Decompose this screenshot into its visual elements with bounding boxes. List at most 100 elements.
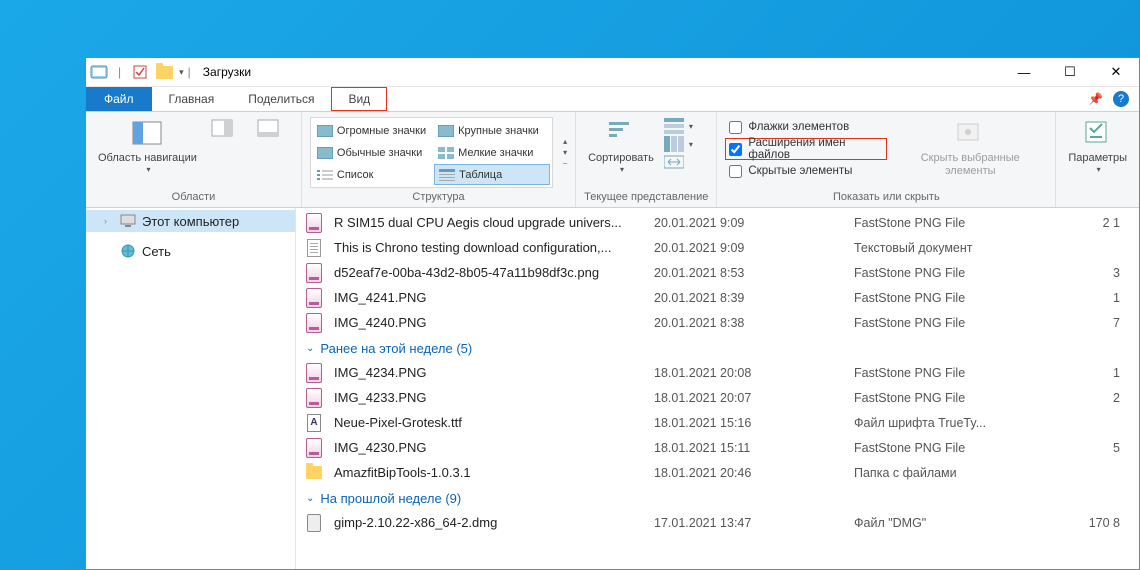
file-row[interactable]: IMG_4230.PNG18.01.2021 15:11FastStone PN… xyxy=(296,435,1139,460)
layout-extra-large[interactable]: Огромные значки xyxy=(313,120,430,141)
checkbox-item-checkboxes[interactable]: Флажки элементов xyxy=(725,116,887,138)
file-type: FastStone PNG File xyxy=(854,441,1064,455)
file-row[interactable]: IMG_4233.PNG18.01.2021 20:07FastStone PN… xyxy=(296,385,1139,410)
file-icon xyxy=(306,290,322,306)
gallery-more[interactable]: ⎯ xyxy=(563,159,567,169)
file-size: 1 xyxy=(1064,366,1124,380)
file-icon xyxy=(306,215,322,231)
file-size: 3 xyxy=(1064,266,1124,280)
tab-share[interactable]: Поделиться xyxy=(231,87,331,111)
layout-medium[interactable]: Обычные значки xyxy=(313,142,430,163)
group-by-button[interactable]: ▾ xyxy=(664,118,693,134)
file-date: 18.01.2021 15:16 xyxy=(654,416,854,430)
ribbon-tabs: Файл Главная Поделиться Вид 📌 ? xyxy=(86,87,1139,112)
file-name: IMG_4233.PNG xyxy=(334,390,654,405)
preview-pane-button[interactable] xyxy=(207,116,247,189)
file-row[interactable]: d52eaf7e-00ba-43d2-8b05-47a11b98df3c.png… xyxy=(296,260,1139,285)
file-row[interactable]: AmazfitBipTools-1.0.3.118.01.2021 20:46П… xyxy=(296,460,1139,485)
file-row[interactable]: ANeue-Pixel-Grotesk.ttf18.01.2021 15:16Ф… xyxy=(296,410,1139,435)
tab-view[interactable]: Вид xyxy=(331,87,387,111)
window-controls: — ☐ ✕ xyxy=(1001,58,1139,86)
file-size: 7 xyxy=(1064,316,1124,330)
file-type: Файл "DMG" xyxy=(854,516,1064,530)
file-date: 17.01.2021 13:47 xyxy=(654,516,854,530)
details-pane-button[interactable] xyxy=(253,116,293,189)
folder-icon[interactable] xyxy=(155,63,173,81)
file-date: 20.01.2021 8:53 xyxy=(654,266,854,280)
help-icon[interactable]: ? xyxy=(1113,91,1129,107)
ribbon: Область навигации ▾ Области Огромные зна… xyxy=(86,112,1139,208)
navigation-pane-button[interactable]: Область навигации ▾ xyxy=(94,116,201,189)
chevron-down-icon[interactable]: ⌄ xyxy=(306,493,314,504)
layout-gallery[interactable]: Огромные значки Крупные значки Обычные з… xyxy=(310,117,553,188)
tab-file[interactable]: Файл xyxy=(86,87,152,111)
file-row[interactable]: This is Chrono testing download configur… xyxy=(296,235,1139,260)
file-date: 18.01.2021 20:07 xyxy=(654,391,854,405)
file-type: FastStone PNG File xyxy=(854,266,1064,280)
file-name: Neue-Pixel-Grotesk.ttf xyxy=(334,415,654,430)
file-size: 5 xyxy=(1064,441,1124,455)
layout-small[interactable]: Мелкие значки xyxy=(434,142,550,163)
sort-button[interactable]: Сортировать ▾ xyxy=(584,116,658,189)
group-header-last-week[interactable]: ⌄ На прошлой неделе (9) xyxy=(296,485,1139,510)
checkbox-file-extensions[interactable]: Расширения имен файлов xyxy=(725,138,887,160)
file-name: IMG_4240.PNG xyxy=(334,315,654,330)
layout-large[interactable]: Крупные значки xyxy=(434,120,550,141)
file-size: 2 1 xyxy=(1064,216,1124,230)
file-date: 18.01.2021 15:11 xyxy=(654,441,854,455)
file-name: IMG_4234.PNG xyxy=(334,365,654,380)
file-date: 20.01.2021 9:09 xyxy=(654,216,854,230)
pin-icon[interactable]: 📌 xyxy=(1088,92,1103,106)
gallery-down[interactable]: ▾ xyxy=(563,148,567,157)
app-icon xyxy=(90,63,108,81)
layout-details[interactable]: Таблица xyxy=(434,164,550,185)
chevron-down-icon[interactable]: ⌄ xyxy=(306,343,314,354)
size-columns-button[interactable] xyxy=(664,154,693,170)
close-button[interactable]: ✕ xyxy=(1093,58,1139,86)
minimize-button[interactable]: — xyxy=(1001,58,1047,86)
file-icon xyxy=(306,365,322,381)
file-icon xyxy=(306,315,322,331)
file-icon xyxy=(306,515,322,531)
file-name: gimp-2.10.22-x86_64-2.dmg xyxy=(334,515,654,530)
file-row[interactable]: R SIM15 dual CPU Aegis cloud upgrade uni… xyxy=(296,210,1139,235)
add-columns-button[interactable]: ▾ xyxy=(664,136,693,152)
file-list[interactable]: R SIM15 dual CPU Aegis cloud upgrade uni… xyxy=(296,208,1139,569)
file-date: 20.01.2021 8:38 xyxy=(654,316,854,330)
ribbon-group-label: Текущее представление xyxy=(584,189,708,205)
options-button[interactable]: Параметры ▾ xyxy=(1064,116,1131,201)
file-row[interactable]: gimp-2.10.22-x86_64-2.dmg17.01.2021 13:4… xyxy=(296,510,1139,535)
navigation-pane: › Этот компьютер Сеть xyxy=(86,208,296,569)
nav-network[interactable]: Сеть xyxy=(86,240,295,262)
group-header-earlier-week[interactable]: ⌄ Ранее на этой неделе (5) xyxy=(296,335,1139,360)
tab-home[interactable]: Главная xyxy=(152,87,232,111)
file-type: FastStone PNG File xyxy=(854,366,1064,380)
explorer-window: | ▾ | Загрузки — ☐ ✕ Файл Главная Подели… xyxy=(85,57,1140,570)
file-date: 20.01.2021 8:39 xyxy=(654,291,854,305)
file-type: FastStone PNG File xyxy=(854,291,1064,305)
layout-list[interactable]: Список xyxy=(313,164,430,185)
properties-icon[interactable] xyxy=(131,63,149,81)
ribbon-group-show-hide: Флажки элементов Расширения имен файлов … xyxy=(717,112,1056,207)
content-area: › Этот компьютер Сеть R SIM15 dual CPU A… xyxy=(86,208,1139,569)
chevron-right-icon[interactable]: › xyxy=(104,216,114,226)
checkbox-hidden-items[interactable]: Скрытые элементы xyxy=(725,160,887,182)
file-date: 18.01.2021 20:46 xyxy=(654,466,854,480)
gallery-up[interactable]: ▴ xyxy=(563,137,567,146)
ribbon-group-label xyxy=(1064,201,1131,205)
file-row[interactable]: IMG_4241.PNG20.01.2021 8:39FastStone PNG… xyxy=(296,285,1139,310)
file-row[interactable]: IMG_4240.PNG20.01.2021 8:38FastStone PNG… xyxy=(296,310,1139,335)
nav-this-pc[interactable]: › Этот компьютер xyxy=(86,210,295,232)
maximize-button[interactable]: ☐ xyxy=(1047,58,1093,86)
ribbon-group-current-view: Сортировать ▾ ▾ ▾ Текущее представление xyxy=(576,112,717,207)
quick-access-toolbar: | ▾ xyxy=(90,63,184,81)
hide-selected-button[interactable]: Скрыть выбранные элементы xyxy=(893,116,1047,189)
ribbon-group-panes: Область навигации ▾ Области xyxy=(86,112,302,207)
qat-dropdown[interactable]: ▾ xyxy=(179,67,184,78)
file-row[interactable]: IMG_4234.PNG18.01.2021 20:08FastStone PN… xyxy=(296,360,1139,385)
file-icon xyxy=(306,465,322,481)
ribbon-group-label: Структура xyxy=(310,189,567,205)
group-label: Ранее на этой неделе (5) xyxy=(320,341,472,356)
computer-icon xyxy=(120,213,136,229)
separator: | xyxy=(188,65,191,79)
